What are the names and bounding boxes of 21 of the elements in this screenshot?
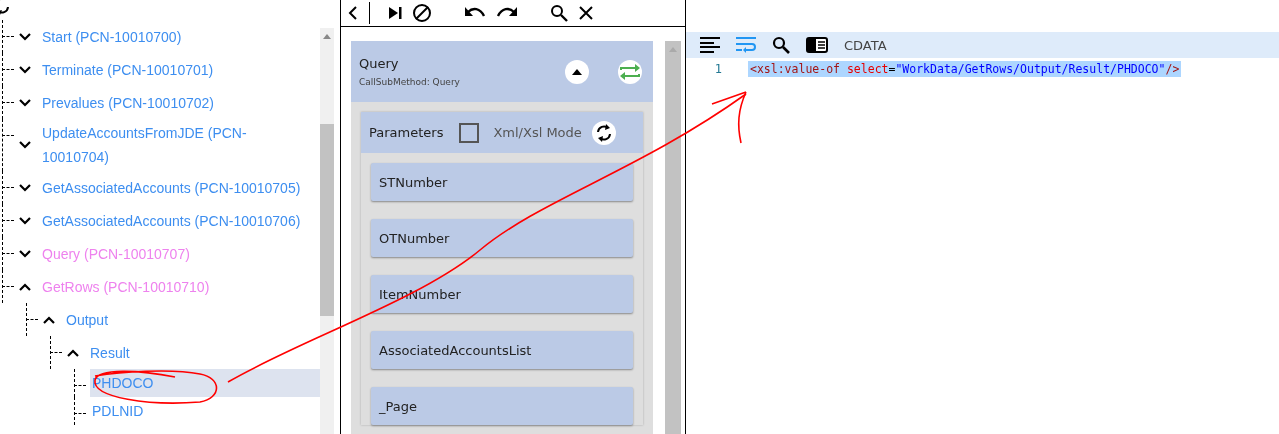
tree-item[interactable]: Terminate (PCN-10010701) xyxy=(40,55,320,84)
activity-title: Query xyxy=(359,56,400,71)
tree-item[interactable]: Query (PCN-10010707) xyxy=(40,239,320,268)
cdata-label[interactable]: CDATA xyxy=(844,37,887,53)
tree-item[interactable]: GetAssociatedAccounts (PCN-10010705) xyxy=(40,173,320,202)
tree-item[interactable]: Output xyxy=(64,305,320,334)
tree-item[interactable]: UpdateAccountsFromJDE (PCN-10010704) xyxy=(40,119,320,171)
parameter-item[interactable]: AssociatedAccountsList xyxy=(371,331,633,369)
tree-item[interactable]: Prevalues (PCN-10010702) xyxy=(40,88,320,117)
parameter-item[interactable]: OTNumber xyxy=(371,219,633,257)
tree-item[interactable]: GetAssociatedAccounts (PCN-10010706) xyxy=(40,206,320,235)
tree-item[interactable]: PDLNID xyxy=(90,397,320,425)
parameter-item[interactable]: _Page xyxy=(371,387,633,425)
tree-item[interactable]: Start (PCN-10010700) xyxy=(40,22,320,51)
line-number: 1 xyxy=(713,62,723,76)
activity-subtitle: CallSubMethod: Query xyxy=(359,77,461,87)
parameter-item[interactable]: STNumber xyxy=(371,163,633,201)
tree-item[interactable]: GetRows (PCN-10010710) xyxy=(40,272,320,301)
parameters-title: Parameters xyxy=(369,125,444,140)
tree-item[interactable]: Result xyxy=(88,338,320,367)
xml-mode-label: Xml/Xsl Mode xyxy=(493,125,582,140)
